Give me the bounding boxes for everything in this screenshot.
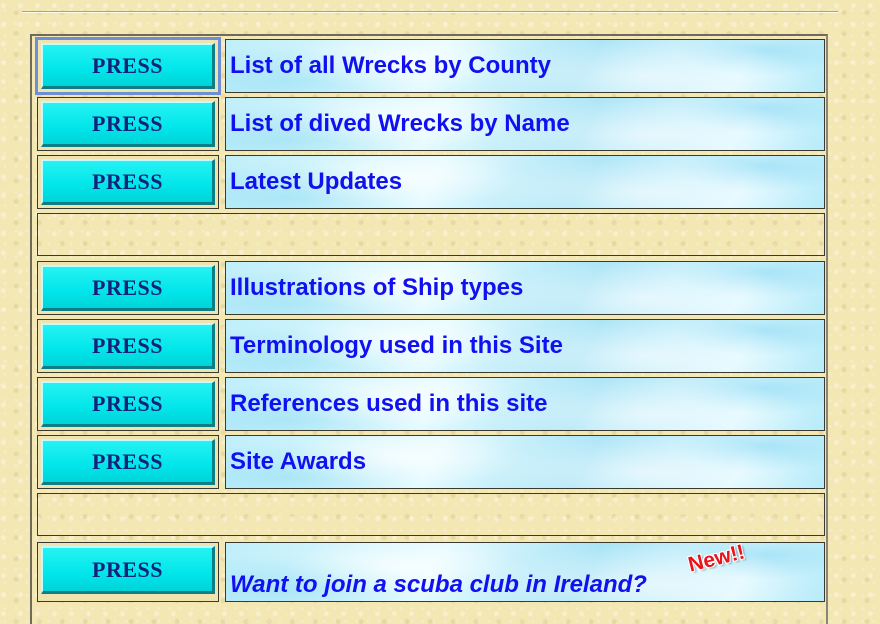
link-site-awards[interactable]: Site Awards [230, 448, 366, 476]
press-button-ship-types[interactable]: PRESS [41, 265, 215, 311]
button-cell: PRESS [37, 435, 219, 489]
link-ship-types[interactable]: Illustrations of Ship types [230, 274, 523, 302]
link-latest-updates[interactable]: Latest Updates [230, 168, 402, 196]
link-references[interactable]: References used in this site [230, 390, 547, 418]
press-button-terminology[interactable]: PRESS [41, 323, 215, 369]
press-button-references[interactable]: PRESS [41, 381, 215, 427]
button-cell: PRESS [37, 377, 219, 431]
link-cell: Latest Updates [225, 155, 825, 209]
link-wrecks-by-county[interactable]: List of all Wrecks by County [230, 52, 551, 80]
press-button-dived-wrecks-by-name[interactable]: PRESS [41, 101, 215, 147]
spacer-row [37, 213, 825, 256]
link-cell: References used in this site [225, 377, 825, 431]
button-cell: PRESS [37, 261, 219, 315]
link-dived-wrecks-by-name[interactable]: List of dived Wrecks by Name [230, 110, 570, 138]
press-button-wrecks-by-county[interactable]: PRESS [41, 43, 215, 89]
navigation-menu-table: PRESS List of all Wrecks by County PRESS… [30, 34, 828, 624]
button-cell: PRESS [37, 155, 219, 209]
link-cell: Illustrations of Ship types [225, 261, 825, 315]
button-cell: PRESS [35, 37, 221, 95]
link-cell: Want to join a scuba club in Ireland? Ne… [225, 540, 825, 602]
press-button-site-awards[interactable]: PRESS [41, 439, 215, 485]
press-button-scuba-club[interactable]: PRESS [41, 546, 215, 594]
new-badge: New!! [685, 540, 747, 577]
button-cell: PRESS [37, 319, 219, 373]
press-button-latest-updates[interactable]: PRESS [41, 159, 215, 205]
link-terminology[interactable]: Terminology used in this Site [230, 332, 563, 360]
link-cell: List of dived Wrecks by Name [225, 97, 825, 151]
link-scuba-club[interactable]: Want to join a scuba club in Ireland? [230, 571, 647, 599]
spacer-row [37, 493, 825, 536]
button-cell: PRESS [37, 542, 219, 602]
link-cell: Site Awards [225, 435, 825, 489]
horizontal-rule [22, 11, 838, 13]
button-cell: PRESS [37, 97, 219, 151]
link-cell: List of all Wrecks by County [225, 39, 825, 93]
link-cell: Terminology used in this Site [225, 319, 825, 373]
